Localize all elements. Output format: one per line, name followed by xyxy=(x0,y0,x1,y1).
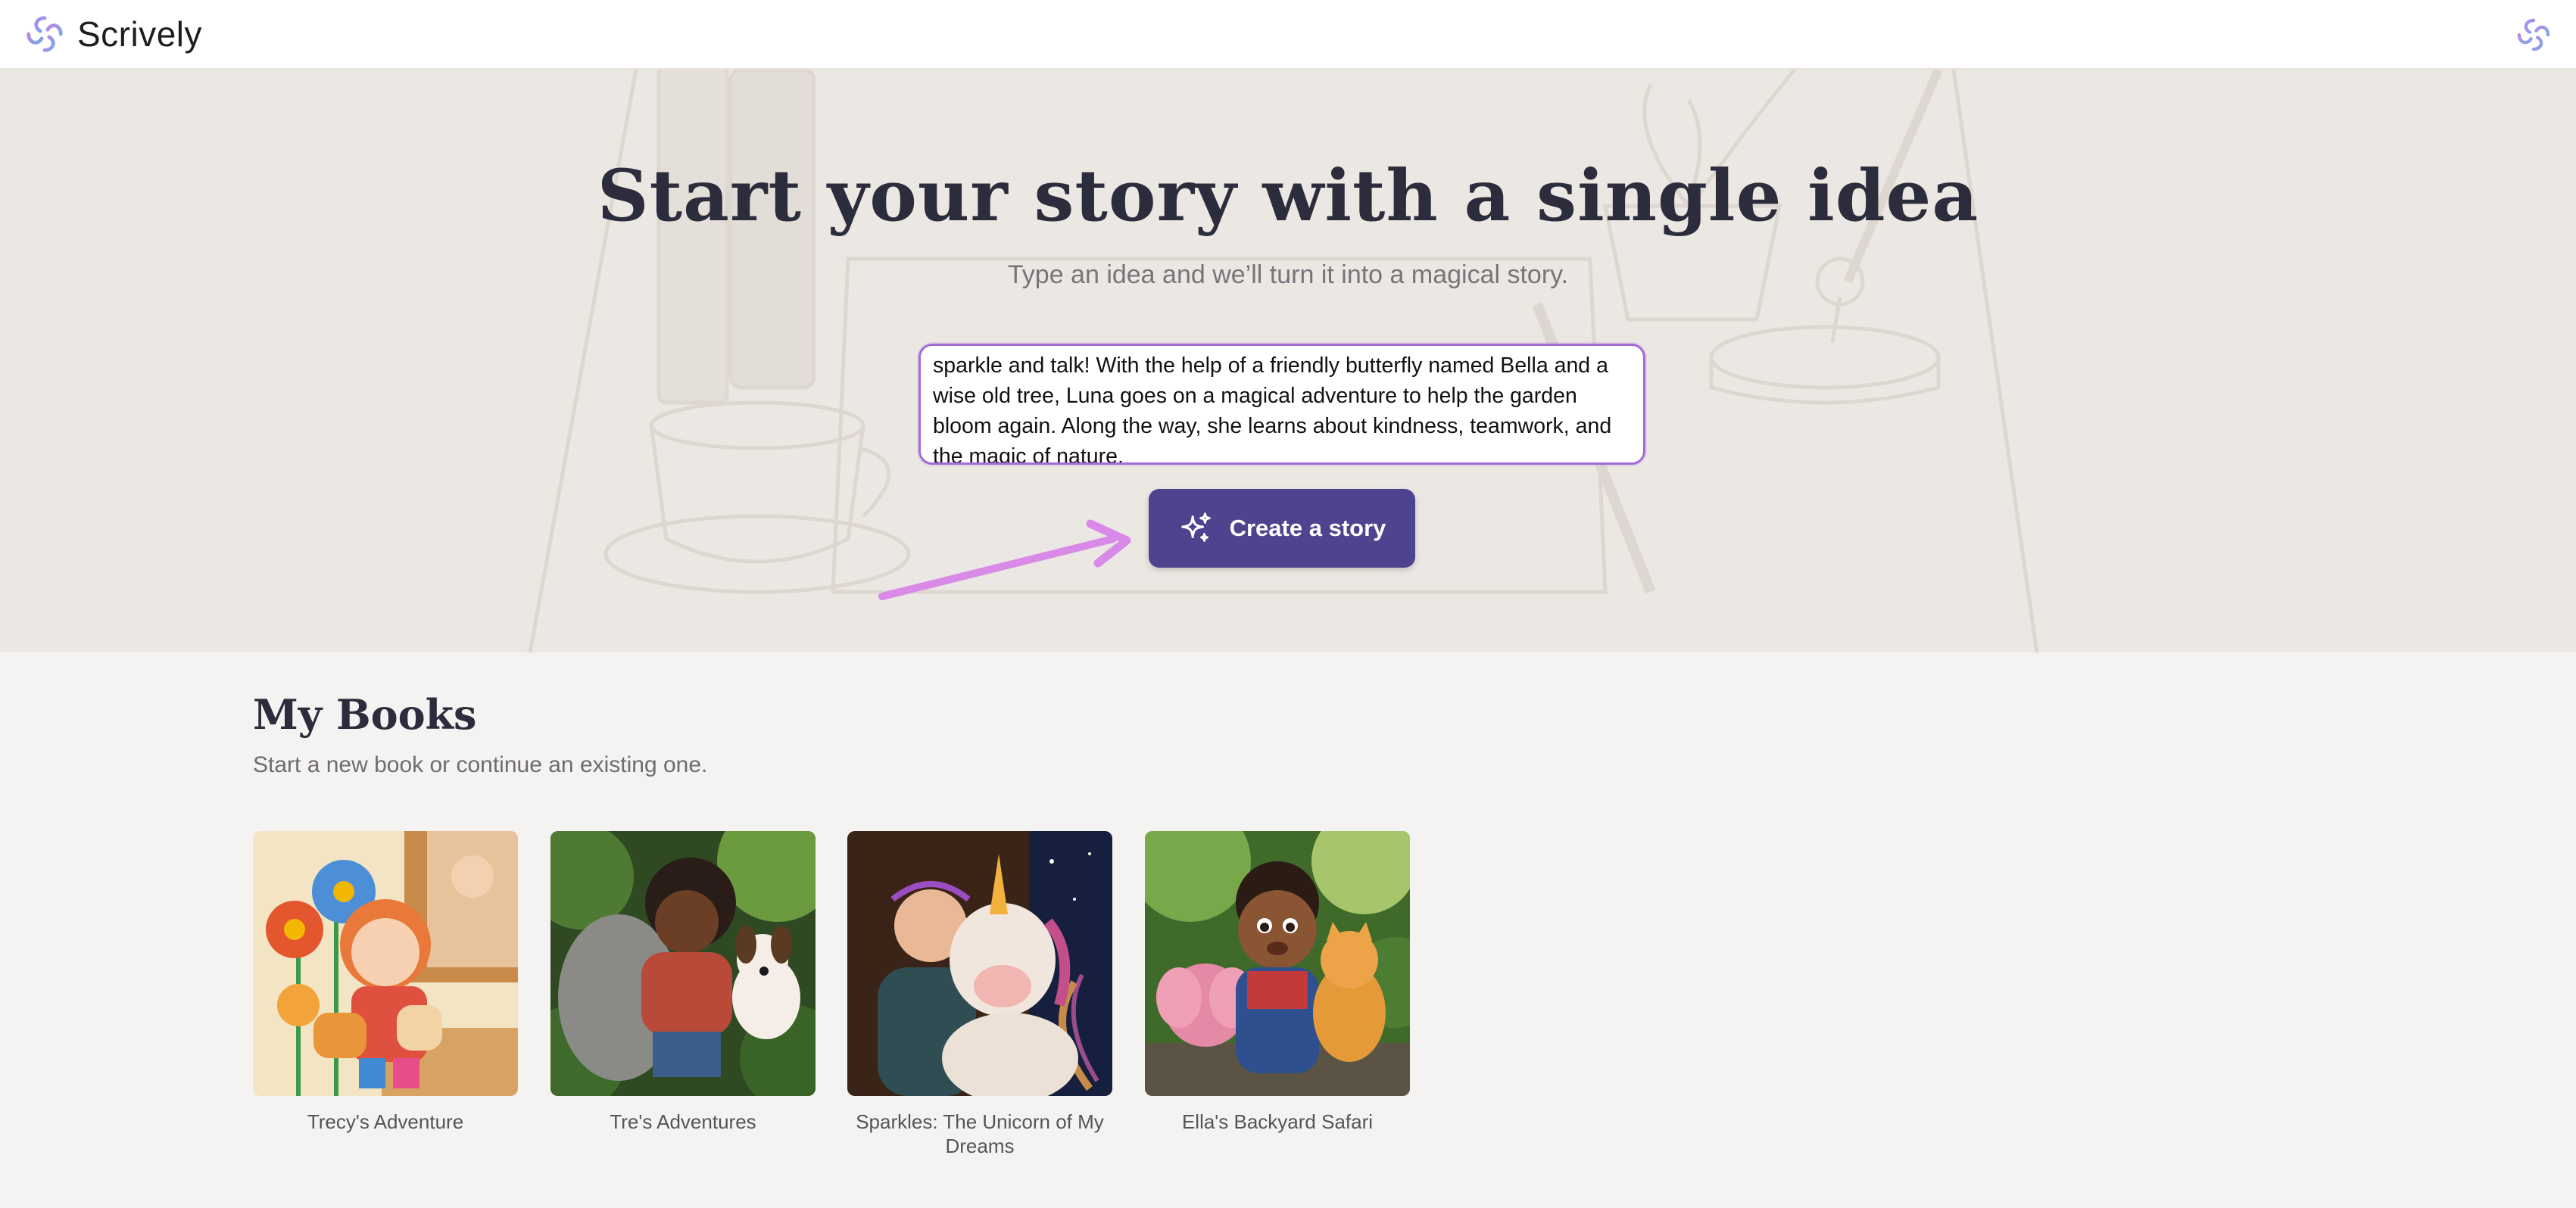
book-title: Sparkles: The Unicorn of My Dreams xyxy=(856,1110,1104,1157)
book-cover-image xyxy=(847,831,1112,1096)
book-card[interactable]: Ella's Backyard Safari xyxy=(1145,831,1410,1134)
create-story-button[interactable]: Create a story xyxy=(1149,489,1415,568)
brand-name: Scrively xyxy=(77,14,203,54)
my-books-section: My Books Start a new book or continue an… xyxy=(0,652,2576,1208)
top-bar: Scrively xyxy=(0,0,2576,70)
sparkle-icon xyxy=(1180,512,1211,542)
book-card[interactable]: Sparkles: The Unicorn of My Dreams xyxy=(847,831,1112,1158)
book-cover-image xyxy=(550,831,816,1096)
profile-logo-icon[interactable] xyxy=(2514,15,2553,54)
hero-subtitle: Type an idea and we’ll turn it into a ma… xyxy=(1007,260,1569,289)
book-cover-image xyxy=(253,831,518,1096)
story-idea-input[interactable]: sparkle and talk! With the help of a fri… xyxy=(918,344,1645,465)
arrow-doodle-icon xyxy=(878,519,1131,600)
brand[interactable]: Scrively xyxy=(23,11,202,58)
book-title: Tre's Adventures xyxy=(610,1110,756,1133)
story-idea-text: sparkle and talk! With the help of a fri… xyxy=(933,353,1612,465)
hero-section: Start your story with a single idea Type… xyxy=(0,70,2576,652)
book-card[interactable]: Tre's Adventures xyxy=(550,831,816,1134)
hero-title: Start your story with a single idea xyxy=(597,154,1979,238)
book-title: Ella's Backyard Safari xyxy=(1181,1110,1374,1133)
book-title: Trecy's Adventure xyxy=(307,1110,464,1133)
create-story-label: Create a story xyxy=(1229,515,1386,541)
book-cover-image xyxy=(1145,831,1410,1096)
my-books-title: My Books xyxy=(253,690,477,739)
book-card[interactable]: Trecy's Adventure xyxy=(253,831,518,1134)
scrively-logo-icon xyxy=(27,16,63,52)
my-books-subtitle: Start a new book or continue an existing… xyxy=(253,752,708,777)
